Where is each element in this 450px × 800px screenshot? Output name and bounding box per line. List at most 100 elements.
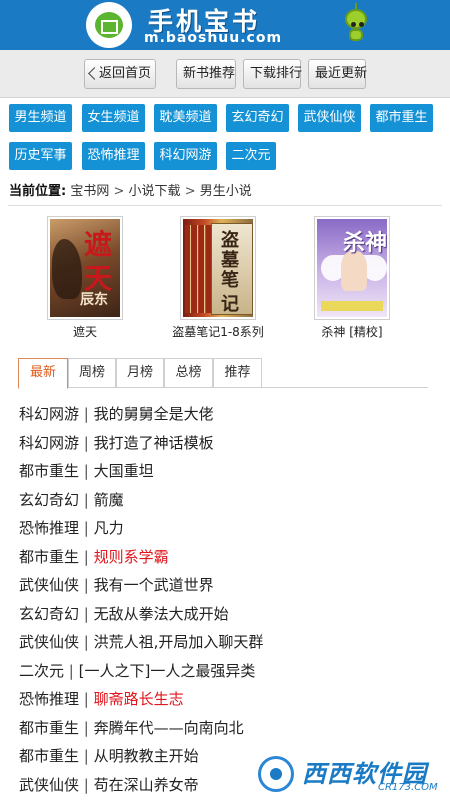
daomu-cover-icon: 盗 墓 笔 记 [183,219,253,317]
list-item-category[interactable]: 武侠仙侠 [19,776,79,794]
list-item-category[interactable]: 科幻网游 [19,434,79,452]
new-books-button[interactable]: 新书推荐 [176,59,236,89]
list-item-title[interactable]: 无敌从拳法大成开始 [94,605,229,623]
list-item[interactable]: 恐怖推理 | 凡力 [19,514,439,543]
featured-book[interactable]: 遮 天 辰东 遮天 [33,216,137,340]
list-item-title[interactable]: 大国重坦 [94,462,154,480]
divider [8,205,442,206]
list-item[interactable]: 都市重生 | 大国重坦 [19,457,439,486]
list-item-category[interactable]: 二次元 [19,662,64,680]
category-button-horror[interactable]: 恐怖推理 [82,142,145,170]
book-title[interactable]: 杀神 [精校] [300,323,404,340]
book-cover-image[interactable]: 遮 天 辰东 [47,216,123,320]
list-item-separator: | [79,519,94,537]
list-item-separator: | [79,547,94,566]
book-cover-image[interactable]: 盗 墓 笔 记 [180,216,256,320]
cr173-logo-icon [258,756,294,792]
breadcrumb: 当前位置: 宝书网 > 小说下载 > 男生小说 [9,180,252,199]
shashen-cover-icon: 杀神 [317,219,387,317]
category-button-acg[interactable]: 二次元 [226,142,276,170]
zhetian-cover-icon: 遮 天 辰东 [50,219,120,317]
breadcrumb-label: 当前位置: [9,184,67,199]
list-item-separator: | [79,433,94,452]
mascot-icon [344,3,368,43]
site-url: m.baoshuu.com [144,30,283,46]
back-home-button[interactable]: 返回首页 [84,59,156,89]
list-item-title[interactable]: 凡力 [94,519,124,537]
list-item[interactable]: 科幻网游 | 我打造了神话模板 [19,429,439,458]
list-item-separator: | [79,604,94,623]
watermark: 西西软件园 CR173.COM [256,752,446,798]
book-title[interactable]: 盗墓笔记1-8系列 [166,323,270,340]
book-list: 科幻网游 | 我的舅舅全是大佬 科幻网游 | 我打造了神话模板 都市重生 | 大国重… [19,400,439,799]
category-button-danmei[interactable]: 耽美频道 [154,104,217,132]
list-item-title[interactable]: 我有一个武道世界 [94,576,214,594]
breadcrumb-item-home[interactable]: 宝书网 [70,184,109,199]
list-item-separator: | [79,690,94,708]
category-button-history[interactable]: 历史军事 [9,142,72,170]
category-button-boys[interactable]: 男生频道 [9,104,72,132]
list-item-title[interactable]: 从明教教主开始 [94,747,199,765]
list-item[interactable]: 科幻网游 | 我的舅舅全是大佬 [19,400,439,429]
list-item-category[interactable]: 科幻网游 [19,405,79,423]
list-item-separator: | [79,576,94,594]
list-item-title[interactable]: 聊斋路长生志 [94,690,184,708]
book-logo-icon[interactable] [86,2,132,48]
tab-weekly[interactable]: 周榜 [68,358,116,388]
list-item[interactable]: 武侠仙侠 | 我有一个武道世界 [19,571,439,600]
latest-update-button[interactable]: 最近更新 [308,59,367,89]
list-item[interactable]: 武侠仙侠 | 洪荒人祖,开局加入聊天群 [19,628,439,657]
tab-latest[interactable]: 最新 [18,358,68,389]
list-item-separator: | [79,747,94,765]
list-item-separator: | [64,661,79,680]
nav-bar: 返回首页 新书推荐 下载排行 最近更新 [0,50,450,98]
list-item-title[interactable]: 箭魔 [94,491,124,509]
list-item[interactable]: 二次元 | [一人之下]一人之最强异类 [19,657,439,686]
list-item[interactable]: 玄幻奇幻 | 箭魔 [19,486,439,515]
list-item-category[interactable]: 都市重生 [19,719,79,737]
list-item-separator: | [79,490,94,509]
list-item-category[interactable]: 恐怖推理 [19,690,79,708]
tab-recommend[interactable]: 推荐 [213,358,262,388]
book-cover-image[interactable]: 杀神 [314,216,390,320]
list-item-category[interactable]: 武侠仙侠 [19,633,79,651]
list-item-category[interactable]: 玄幻奇幻 [19,491,79,509]
list-item-title[interactable]: 规则系学霸 [94,548,169,566]
breadcrumb-item-boys-novels[interactable]: 男生小说 [200,184,252,199]
site-header: 手机宝书 m.baoshuu.com [0,0,450,50]
list-item-category[interactable]: 都市重生 [19,747,79,765]
list-item-separator: | [79,718,94,737]
featured-book[interactable]: 盗 墓 笔 记 盗墓笔记1-8系列 [166,216,270,340]
list-item-category[interactable]: 武侠仙侠 [19,576,79,594]
list-item-title[interactable]: 洪荒人祖,开局加入聊天群 [94,633,264,651]
list-item-title[interactable]: 苟在深山养女帝 [94,776,199,794]
category-button-wuxia[interactable]: 武侠仙侠 [298,104,361,132]
watermark-url: CR173.COM [378,782,438,793]
category-button-girls[interactable]: 女生频道 [82,104,145,132]
category-button-fantasy[interactable]: 玄幻奇幻 [226,104,289,132]
list-item[interactable]: 玄幻奇幻 | 无敌从拳法大成开始 [19,600,439,629]
breadcrumb-separator: > [113,184,125,199]
list-item[interactable]: 都市重生 | 规则系学霸 [19,543,439,572]
list-item-title[interactable]: 我打造了神话模板 [94,434,214,452]
download-rank-button[interactable]: 下载排行 [243,59,302,89]
list-item-title[interactable]: 我的舅舅全是大佬 [94,405,214,423]
list-item-category[interactable]: 玄幻奇幻 [19,605,79,623]
featured-book[interactable]: 杀神 杀神 [精校] [300,216,404,340]
list-item[interactable]: 都市重生 | 奔腾年代——向南向北 [19,714,439,743]
tab-total[interactable]: 总榜 [164,358,213,388]
list-item-category[interactable]: 都市重生 [19,462,79,480]
ranking-tabs: 最新 周榜 月榜 总榜 推荐 [18,358,428,389]
list-item[interactable]: 恐怖推理 | 聊斋路长生志 [19,685,439,714]
breadcrumb-item-novels[interactable]: 小说下载 [129,184,181,199]
list-item-title[interactable]: 奔腾年代——向南向北 [94,719,244,737]
book-title[interactable]: 遮天 [33,323,137,340]
category-button-scifi[interactable]: 科幻网游 [154,142,217,170]
tab-monthly[interactable]: 月榜 [116,358,164,388]
list-item-separator: | [79,462,94,480]
category-button-urban[interactable]: 都市重生 [370,104,433,132]
list-item-separator: | [79,405,94,423]
list-item-category[interactable]: 恐怖推理 [19,519,79,537]
list-item-category[interactable]: 都市重生 [19,548,79,566]
list-item-title[interactable]: [一人之下]一人之最强异类 [79,662,256,680]
